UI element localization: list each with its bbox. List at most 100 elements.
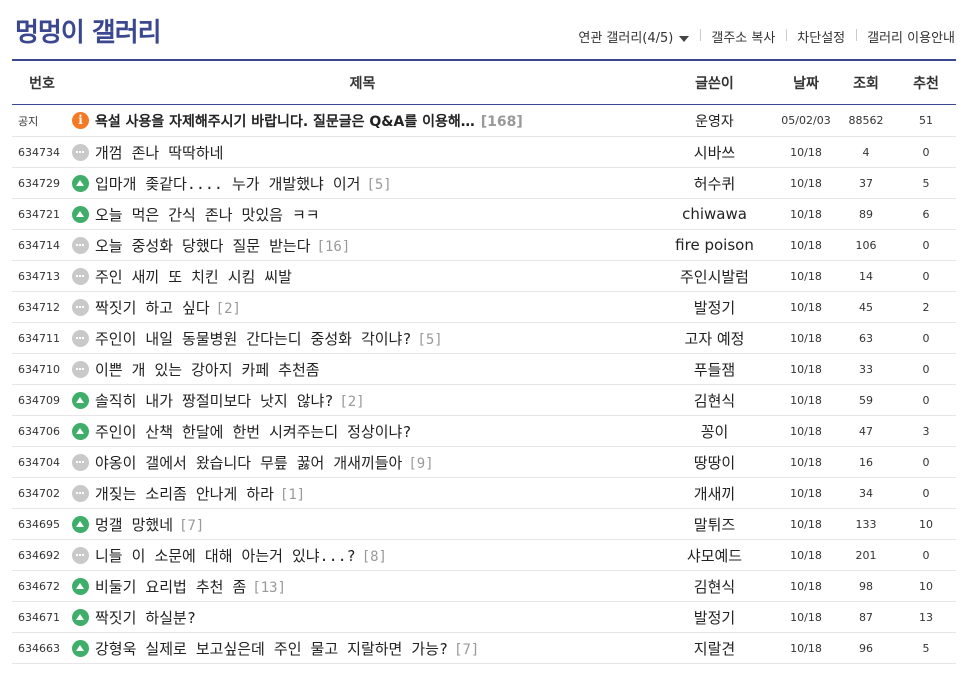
post-writer[interactable]: 땅땅이	[653, 446, 776, 478]
post-subject-link[interactable]: 입마개 좆같다.... 누가 개발했냐 이거	[95, 175, 360, 193]
table-row[interactable]: 634695 멍갤 망했네 [7] 말튀즈 10/18 133 10	[12, 508, 956, 540]
post-writer[interactable]: 꽁이	[653, 415, 776, 447]
post-subject-link[interactable]: 주인이 산책 한달에 한번 시켜주는디 정상이냐?	[95, 423, 411, 441]
table-row[interactable]: 634710 이쁜 개 있는 강아지 카페 추천좀 푸들잼 10/18 33 0	[12, 353, 956, 385]
post-subject-link[interactable]: 강형욱 실제로 보고싶은데 주인 물고 지랄하면 가능?	[95, 640, 448, 658]
post-recommend: 3	[896, 415, 956, 447]
post-writer[interactable]: 푸들잼	[653, 353, 776, 385]
post-subject-cell: 야옹이 갤에서 왔습니다 무릎 꿇어 개새끼들아 [9]	[72, 446, 653, 478]
image-icon	[72, 422, 89, 440]
post-date: 10/18	[776, 508, 836, 540]
post-date: 10/18	[776, 353, 836, 385]
post-subject-cell: 솔직히 내가 짱절미보다 낫지 않냐? [2]	[72, 384, 653, 416]
post-views: 14	[836, 260, 896, 292]
post-subject-link[interactable]: 개껌 존나 딱딱하네	[95, 144, 223, 162]
table-row[interactable]: 634712 짝짓기 하고 싶다 [2] 발정기 10/18 45 2	[12, 291, 956, 323]
post-subject-link[interactable]: 오늘 먹은 간식 존나 맛있음 ㅋㅋ	[95, 206, 320, 224]
post-subject-link[interactable]: 이쁜 개 있는 강아지 카페 추천좀	[95, 361, 320, 379]
reply-count[interactable]: [16]	[317, 239, 351, 255]
reply-count[interactable]: [5]	[366, 177, 391, 193]
post-writer[interactable]: 김현식	[653, 570, 776, 602]
post-writer[interactable]: 운영자	[653, 104, 776, 137]
notice-row[interactable]: 공지 욕설 사용을 자제해주시기 바랍니다. 질문글은 Q&A를 이용해… [168…	[12, 104, 956, 137]
image-icon	[72, 515, 89, 533]
post-recommend: 2	[896, 291, 956, 323]
table-row[interactable]: 634714 오늘 중성화 당했다 질문 받는다 [16] fire poison 10…	[12, 229, 956, 261]
image-icon	[72, 639, 89, 657]
table-row[interactable]: 634704 야옹이 갤에서 왔습니다 무릎 꿇어 개새끼들아 [9] 땅땅이 10/1…	[12, 446, 956, 478]
reply-count[interactable]: [8]	[362, 549, 387, 565]
table-row[interactable]: 634671 짝짓기 하실분? 발정기 10/18 87 13	[12, 601, 956, 633]
table-row[interactable]: 634713 주인 새끼 또 치킨 시킴 씨발 주인시발럼 10/18 14 0	[12, 260, 956, 292]
gallery-title[interactable]: 멍멍이 갤러리	[15, 12, 162, 49]
post-subject-link[interactable]: 솔직히 내가 짱절미보다 낫지 않냐?	[95, 392, 333, 410]
post-writer[interactable]: 허수퀴	[653, 167, 776, 199]
post-subject-link[interactable]: 짝짓기 하고 싶다	[95, 299, 210, 317]
text-icon	[72, 236, 89, 254]
table-row[interactable]: 634702 개짖는 소리좀 안나게 하라 [1] 개새끼 10/18 34 0	[12, 477, 956, 509]
post-subject-link[interactable]: 개짖는 소리좀 안나게 하라	[95, 485, 274, 503]
post-writer[interactable]: chiwawa	[653, 198, 776, 230]
post-writer[interactable]: 말튀즈	[653, 508, 776, 540]
text-icon	[72, 298, 89, 316]
table-row[interactable]: 634663 강형욱 실제로 보고싶은데 주인 물고 지랄하면 가능? [7] 지랄견…	[12, 632, 956, 664]
post-subject-link[interactable]: 니들 이 소문에 대해 아는거 있냐...?	[95, 547, 356, 565]
table-row[interactable]: 634734 개껌 존나 딱딱하네 시바쓰 10/18 4 0	[12, 136, 956, 168]
post-subject-link[interactable]: 비둘기 요리법 추천 좀	[95, 578, 246, 596]
reply-count[interactable]: [1]	[280, 487, 305, 503]
reply-count[interactable]: [2]	[216, 301, 241, 317]
post-subject-cell: 개짖는 소리좀 안나게 하라 [1]	[72, 477, 653, 509]
block-settings-link[interactable]: 차단설정	[786, 27, 856, 46]
post-subject-link[interactable]: 주인 새끼 또 치킨 시킴 씨발	[95, 268, 292, 286]
col-views[interactable]: 조회	[836, 61, 896, 105]
table-row[interactable]: 634709 솔직히 내가 짱절미보다 낫지 않냐? [2] 김현식 10/18 59 0	[12, 384, 956, 416]
table-row[interactable]: 634672 비둘기 요리법 추천 좀 [13] 김현식 10/18 98 10	[12, 570, 956, 602]
text-icon	[72, 143, 89, 161]
table-row[interactable]: 634729 입마개 좆같다.... 누가 개발했냐 이거 [5] 허수퀴 10/18 3…	[12, 167, 956, 199]
table-row[interactable]: 634721 오늘 먹은 간식 존나 맛있음 ㅋㅋ chiwawa 10/18 89 6	[12, 198, 956, 230]
post-subject-link[interactable]: 오늘 중성화 당했다 질문 받는다	[95, 237, 311, 255]
copy-address-link[interactable]: 갤주소 복사	[700, 27, 786, 46]
post-writer[interactable]: 김현식	[653, 384, 776, 416]
post-list: 번호 제목 글쓴이 날짜 조회 추천 공지욕설 사용을 자제해주시기 바랍니다.…	[12, 59, 956, 664]
post-date: 10/18	[776, 539, 836, 571]
post-writer[interactable]: 시바쓰	[653, 136, 776, 168]
post-writer[interactable]: 고자 예정	[653, 322, 776, 354]
post-views: 47	[836, 415, 896, 447]
post-writer[interactable]: fire poison	[653, 229, 776, 261]
post-subject-link[interactable]: 야옹이 갤에서 왔습니다 무릎 꿇어 개새끼들아	[95, 454, 402, 472]
col-recommend[interactable]: 추천	[896, 61, 956, 105]
table-row[interactable]: 634692 니들 이 소문에 대해 아는거 있냐...? [8] 샤모예드 10/18…	[12, 539, 956, 571]
reply-count[interactable]: [168]	[481, 114, 523, 130]
post-writer[interactable]: 개새끼	[653, 477, 776, 509]
reply-count[interactable]: [9]	[408, 456, 433, 472]
table-row[interactable]: 634706 주인이 산책 한달에 한번 시켜주는디 정상이냐? 꽁이 10/18 47…	[12, 415, 956, 447]
reply-count[interactable]: [13]	[252, 580, 286, 596]
related-gallery-dropdown[interactable]: 연관 갤러리(4/5)	[567, 27, 700, 46]
post-subject-link[interactable]: 멍갤 망했네	[95, 516, 173, 534]
col-date: 날짜	[776, 61, 836, 105]
post-writer[interactable]: 발정기	[653, 291, 776, 323]
post-writer[interactable]: 발정기	[653, 601, 776, 633]
reply-count[interactable]: [7]	[454, 642, 479, 658]
post-subject-link[interactable]: 짝짓기 하실분?	[95, 609, 196, 627]
post-writer[interactable]: 주인시발럼	[653, 260, 776, 292]
post-writer[interactable]: 지랄견	[653, 632, 776, 664]
post-subject-link[interactable]: 욕설 사용을 자제해주시기 바랍니다. 질문글은 Q&A를 이용해…	[95, 114, 475, 130]
post-subject-link[interactable]: 주인이 내일 동물병원 간다는디 중성화 각이냐?	[95, 330, 411, 348]
post-views: 37	[836, 167, 896, 199]
post-number: 634713	[12, 260, 72, 292]
gallery-guide-link[interactable]: 갤러리 이용안내	[856, 27, 955, 46]
post-views: 59	[836, 384, 896, 416]
post-views: 4	[836, 136, 896, 168]
post-date: 10/18	[776, 260, 836, 292]
post-number: 634702	[12, 477, 72, 509]
post-number: 634695	[12, 508, 72, 540]
reply-count[interactable]: [5]	[417, 332, 442, 348]
table-row[interactable]: 634711 주인이 내일 동물병원 간다는디 중성화 각이냐? [5] 고자 예정 1…	[12, 322, 956, 354]
reply-count[interactable]: [7]	[179, 518, 204, 534]
post-recommend: 0	[896, 384, 956, 416]
reply-count[interactable]: [2]	[339, 394, 364, 410]
post-writer[interactable]: 샤모예드	[653, 539, 776, 571]
post-date: 10/18	[776, 291, 836, 323]
